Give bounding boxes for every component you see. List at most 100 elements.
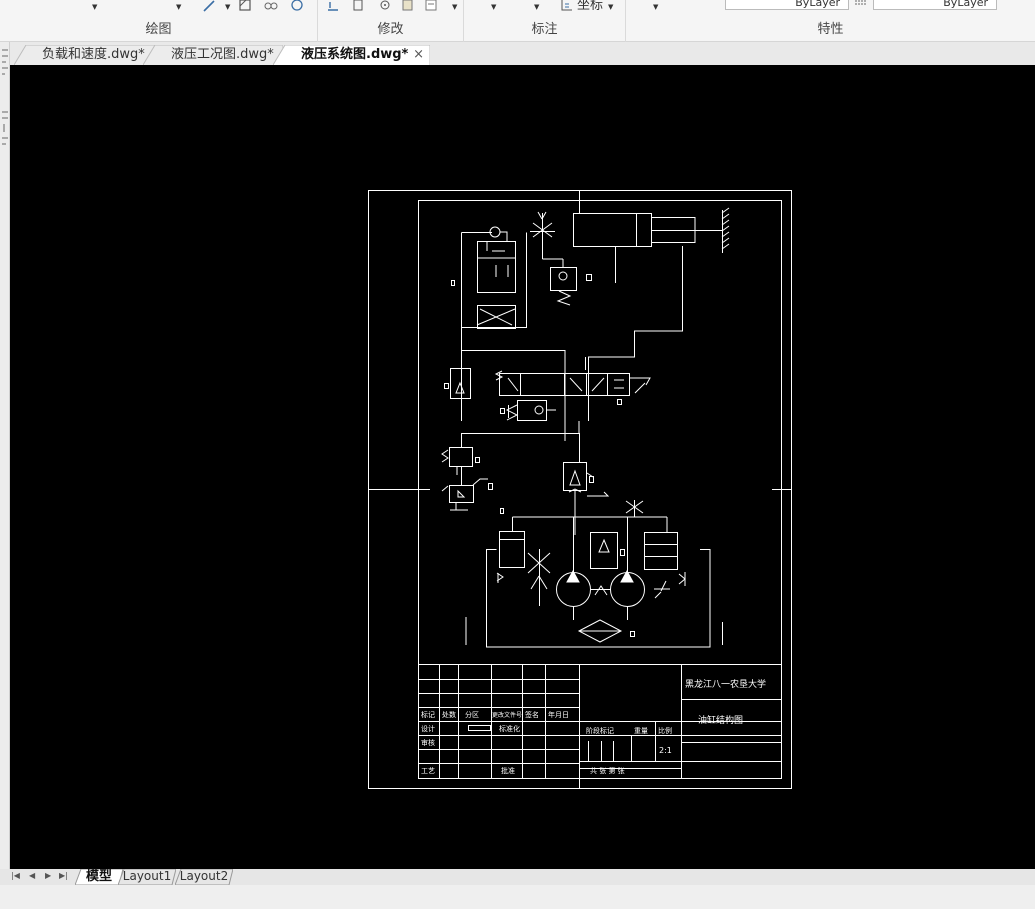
doc-tab-hydraulic-system[interactable]: 液压系统图.dwg* × bbox=[273, 45, 430, 65]
filter-cross bbox=[476, 308, 516, 326]
relief-valve-lower-spring bbox=[441, 433, 462, 475]
relief-valve-lower bbox=[449, 447, 473, 467]
edit-tool-icon[interactable] bbox=[425, 0, 439, 12]
pump-manifold bbox=[512, 500, 668, 532]
draw-tool-dropdown-icon[interactable]: ▼ bbox=[176, 3, 181, 11]
pump-relief-right-spring bbox=[644, 544, 686, 586]
last-layout-icon[interactable]: ▶| bbox=[59, 871, 68, 880]
port-marker bbox=[630, 631, 635, 637]
close-icon[interactable]: × bbox=[413, 45, 424, 64]
next-layout-icon[interactable]: ▶ bbox=[45, 871, 51, 880]
boundary-tool-icon[interactable] bbox=[290, 0, 304, 12]
ordinate-dropdown-icon[interactable]: ▼ bbox=[608, 3, 613, 11]
pump-check-symbol bbox=[598, 538, 610, 553]
central-check-symbol bbox=[568, 433, 610, 535]
ribbon-group-annotation: ▼ ▼ 坐标 ▼ 标注 bbox=[464, 0, 626, 42]
hatch-tool-icon[interactable] bbox=[238, 0, 252, 12]
return-pipe bbox=[461, 421, 580, 434]
port-marker bbox=[589, 476, 594, 483]
doc-tab-label: 液压工况图.dwg* bbox=[171, 47, 274, 62]
tb-weight: 重量 bbox=[634, 727, 648, 735]
layout-tab-model[interactable]: 模型 bbox=[75, 869, 123, 885]
prev-layout-icon[interactable]: ◀ bbox=[29, 871, 35, 880]
region-tool-icon[interactable] bbox=[264, 0, 278, 12]
throttle-valve bbox=[530, 211, 555, 259]
layout-tab-layout2[interactable]: Layout2 bbox=[175, 869, 233, 885]
check-valve-body bbox=[550, 267, 577, 291]
sequence-valve-body bbox=[517, 400, 547, 421]
port-marker bbox=[500, 408, 505, 414]
main-pipes bbox=[461, 327, 566, 441]
hydraulic-circuit bbox=[441, 190, 730, 648]
draw-tool-dropdown-icon[interactable]: ▼ bbox=[92, 3, 97, 11]
linetype-select[interactable]: ByLayer bbox=[873, 0, 997, 10]
ordinate-dimension-icon[interactable] bbox=[560, 0, 574, 12]
tb-sheets: 共 张 第 张 bbox=[590, 766, 625, 775]
mirror-tool-icon[interactable] bbox=[352, 0, 366, 12]
check-valve-pipe bbox=[542, 258, 564, 267]
tb-change-doc: 更改文件号 bbox=[492, 711, 522, 719]
relief-valve-internals bbox=[477, 231, 515, 277]
port-marker bbox=[586, 274, 592, 281]
hydraulic-cylinder bbox=[573, 213, 652, 247]
first-layout-icon[interactable]: |◀ bbox=[11, 871, 20, 880]
pump-throttle bbox=[527, 549, 551, 606]
tank-return-line bbox=[486, 549, 711, 648]
pump-relief-left-spring bbox=[496, 539, 524, 583]
ribbon-group-label-properties: 特性 bbox=[817, 22, 844, 37]
doc-tab-load-speed[interactable]: 负载和速度.dwg* bbox=[14, 45, 160, 65]
tb-stage-mark: 阶段标记 bbox=[586, 726, 614, 735]
doc-tab-label: 液压系统图.dwg* bbox=[301, 47, 409, 62]
cad-application-window: ▼ ▼ ▼ 绘图 ▼ 修改 ▼ ▼ 坐标 ▼ 标注 ▼ ByLayer ByLa… bbox=[0, 0, 1035, 909]
ribbon-group-label-modify: 修改 bbox=[377, 22, 404, 37]
modify-dropdown-icon[interactable]: ▼ bbox=[452, 3, 457, 11]
ribbon-group-label-draw: 绘图 bbox=[145, 22, 172, 37]
palette-handle-icon[interactable] bbox=[0, 110, 10, 152]
pump-check-center bbox=[590, 532, 618, 569]
check-valve-ball bbox=[558, 271, 568, 281]
unloading-valve-symbol bbox=[441, 478, 488, 511]
ribbon-group-modify: ▼ 修改 bbox=[318, 0, 464, 42]
layout-tab-label: Layout1 bbox=[122, 869, 172, 883]
ordinate-dimension-label[interactable]: 坐标 bbox=[577, 0, 603, 13]
tb-date: 年月日 bbox=[548, 710, 569, 719]
layer-select[interactable]: ByLayer bbox=[725, 0, 849, 10]
linetype-icon[interactable] bbox=[854, 0, 868, 11]
tb-scale-value: 2:1 bbox=[659, 746, 672, 755]
color-dropdown-icon[interactable]: ▼ bbox=[653, 3, 658, 11]
doc-tab-label: 负载和速度.dwg* bbox=[42, 47, 145, 62]
dimension-dropdown-icon[interactable]: ▼ bbox=[491, 3, 496, 11]
pump-relief-left bbox=[499, 531, 525, 568]
layout-tab-bar: |◀ ◀ ▶ ▶| 模型 Layout1 Layout2 bbox=[0, 869, 1035, 885]
drawing-canvas[interactable]: 标记 处数 分区 更改文件号 签名 年月日 设计 标准化 审核 工艺 批准 阶段… bbox=[10, 65, 1035, 869]
left-tool-palette-strip bbox=[0, 42, 10, 869]
ribbon-group-draw: ▼ ▼ ▼ 绘图 bbox=[0, 0, 318, 42]
line-tool-dropdown-icon[interactable]: ▼ bbox=[225, 3, 230, 11]
ribbon-group-properties: ▼ ━ ByLayer ByLayer 特性 bbox=[626, 0, 1035, 42]
title-text-group: 标记 处数 分区 更改文件号 签名 年月日 设计 标准化 审核 工艺 批准 阶段… bbox=[421, 678, 766, 775]
rotate-tool-icon[interactable] bbox=[378, 0, 392, 12]
fixed-support-hatch bbox=[721, 207, 730, 250]
doc-tab-hydraulic-condition[interactable]: 液压工况图.dwg* bbox=[143, 45, 283, 65]
tb-approve: 批准 bbox=[501, 766, 515, 775]
layout-tab-label: Layout2 bbox=[179, 869, 229, 883]
port-marker bbox=[451, 280, 455, 286]
tb-standardize: 标准化 bbox=[499, 724, 520, 733]
tb-drawing-name: 油缸结构图 bbox=[698, 714, 743, 726]
tb-design: 设计 bbox=[421, 724, 435, 733]
line-tool-icon[interactable] bbox=[203, 0, 217, 12]
scale-tool-icon[interactable] bbox=[402, 0, 416, 12]
port-marker bbox=[500, 508, 504, 514]
copy-tool-icon[interactable] bbox=[326, 0, 340, 12]
dimension-style-dropdown-icon[interactable]: ▼ bbox=[534, 3, 539, 11]
drawing-sheet: 标记 处数 分区 更改文件号 签名 年月日 设计 标准化 审核 工艺 批准 阶段… bbox=[368, 190, 792, 789]
palette-handle-icon[interactable] bbox=[0, 48, 10, 88]
sequence-valve-ball bbox=[534, 405, 544, 415]
tb-ratio: 比例 bbox=[658, 726, 672, 735]
layout-tab-layout1[interactable]: Layout1 bbox=[118, 869, 176, 885]
port-marker bbox=[488, 483, 493, 490]
tb-zone: 分区 bbox=[465, 710, 479, 719]
lineweight-icon[interactable]: ━ bbox=[696, 0, 704, 7]
pump-suction bbox=[573, 606, 628, 620]
port-marker bbox=[475, 457, 480, 463]
